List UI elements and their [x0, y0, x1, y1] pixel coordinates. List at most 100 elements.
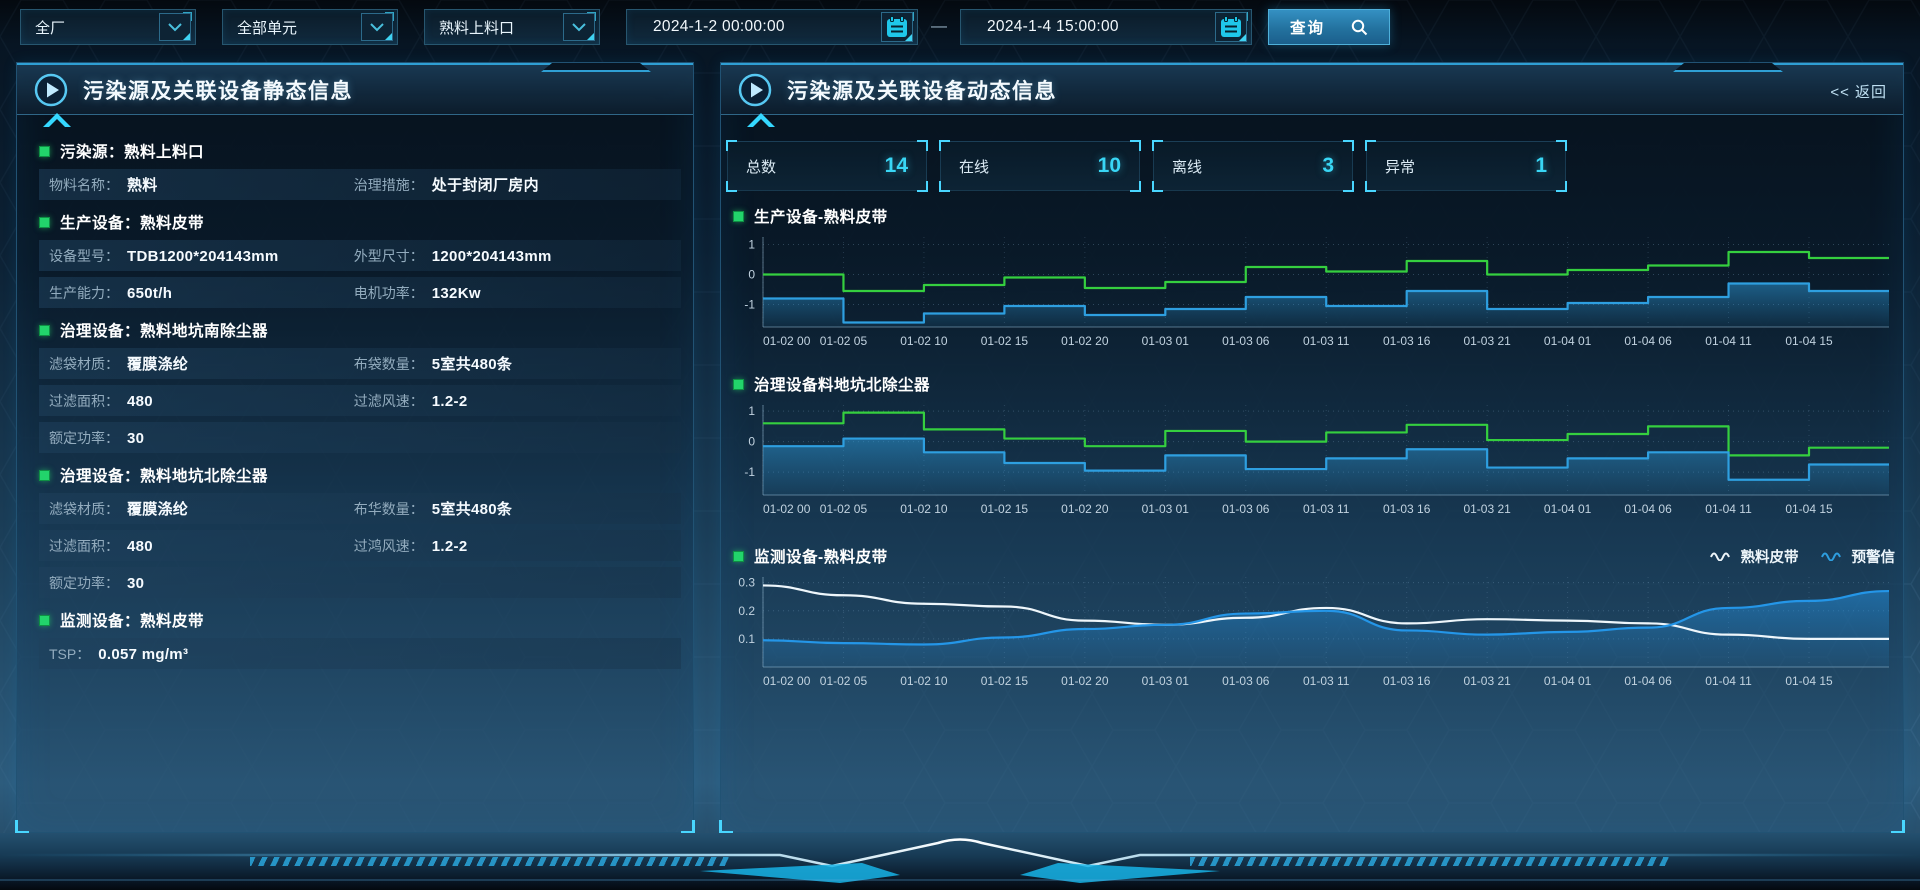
chevron-down-icon[interactable]	[563, 13, 595, 41]
info-cell: 布华数量：5室共480条	[354, 498, 659, 519]
field-label: 滤袋材质：	[49, 354, 119, 374]
field-label: 设备型号：	[49, 246, 119, 266]
legend-label: 预警信	[1852, 546, 1896, 567]
svg-text:01-03 16: 01-03 16	[1383, 674, 1431, 688]
info-cell: 过滤面积：480	[49, 536, 354, 556]
wave-line-icon	[1821, 551, 1845, 561]
plant-select[interactable]: 全厂	[20, 9, 196, 45]
footer-decoration	[0, 833, 1920, 890]
dynamic-info-panel: 污染源及关联设备动态信息 << 返回 总数14 在线10 离线3 异常 1 生产设备-熟…	[720, 62, 1904, 833]
field-value: 1.2-2	[432, 538, 468, 555]
section-header: 生产设备：熟料皮带	[39, 210, 681, 234]
unit-select[interactable]: 全部单元	[222, 9, 398, 45]
svg-text:01-02 10: 01-02 10	[900, 502, 948, 516]
header-chevron-decoration	[747, 113, 775, 127]
legend-item[interactable]: 预警信	[1821, 546, 1896, 567]
chevron-down-icon[interactable]	[159, 13, 191, 41]
chart-plot[interactable]: 10-101-02 0001-02 0501-02 1001-02 1501-0…	[729, 397, 1893, 523]
chart-title: 生产设备-熟料皮带	[754, 205, 1897, 227]
svg-text:01-02 05: 01-02 05	[820, 674, 868, 688]
info-cell: 生产能力：650t/h	[49, 283, 354, 303]
svg-text:01-03 21: 01-03 21	[1463, 502, 1511, 516]
info-row: 生产能力：650t/h电机功率：132Kw	[39, 277, 681, 308]
svg-text:01-02 00: 01-02 00	[763, 502, 811, 516]
info-row: 物料名称： 熟料 治理措施：处于封闭厂房内	[39, 169, 681, 200]
source-select[interactable]: 熟料上料口	[424, 9, 600, 45]
green-square-bullet	[39, 146, 50, 157]
field-label: 生产能力：	[49, 283, 119, 303]
hazard-stripes	[1190, 857, 1670, 866]
svg-text:01-04 11: 01-04 11	[1705, 334, 1752, 348]
field-label: 物料名称：	[49, 175, 119, 195]
svg-text:0.2: 0.2	[738, 604, 755, 618]
info-row: 滤袋材质：覆膜涤纶布华数量：5室共480条	[39, 493, 681, 524]
svg-text:1: 1	[748, 404, 755, 418]
svg-text:01-04 06: 01-04 06	[1624, 334, 1672, 348]
info-cell: 外型尺寸：1200*204143mm	[354, 246, 659, 266]
section-header: 治理设备：熟料地坑北除尘器	[39, 463, 681, 487]
section-header: 治理设备：熟料地坑南除尘器	[39, 318, 681, 342]
field-label: 过鸿风速：	[354, 536, 424, 556]
end-date-input[interactable]: 2024-1-4 15:00:00	[960, 9, 1252, 45]
back-button[interactable]: << 返回	[1830, 65, 1887, 117]
section-header-label: 监测设备：熟料皮带	[60, 609, 204, 631]
info-cell: 过滤风速：1.2-2	[354, 391, 659, 411]
info-row: 额定功率：30	[39, 422, 681, 453]
chart-plot[interactable]: 10-101-02 0001-02 0501-02 1001-02 1501-0…	[729, 229, 1893, 355]
query-button-label: 查询	[1290, 16, 1325, 38]
field-value: 覆膜涤纶	[127, 353, 188, 374]
section-header-label: 治理设备：熟料地坑南除尘器	[60, 319, 268, 341]
info-row: 过滤面积：480过鸿风速： 1.2-2	[39, 530, 681, 561]
chart-production-device: 生产设备-熟料皮带10-101-02 0001-02 0501-02 1001-…	[729, 203, 1897, 360]
svg-text:01-04 01: 01-04 01	[1544, 334, 1592, 348]
field-value: 132Kw	[432, 285, 481, 302]
svg-text:01-03 11: 01-03 11	[1303, 502, 1350, 516]
svg-text:-1: -1	[744, 465, 755, 479]
stat-label: 在线	[959, 156, 989, 177]
query-button[interactable]: 查询	[1268, 9, 1390, 45]
dashboard-root: { "colors": { "accent_cyan": "#39d6f5", …	[0, 0, 1920, 890]
svg-text:01-03 16: 01-03 16	[1383, 334, 1431, 348]
stat-value: 14	[885, 154, 908, 178]
svg-text:01-04 01: 01-04 01	[1544, 674, 1592, 688]
chart-title: 治理设备料地坑北除尘器	[754, 373, 1897, 395]
legend-item[interactable]: 熟料皮带	[1710, 546, 1799, 567]
stat-card: 异常 1	[1366, 141, 1566, 191]
play-icon	[33, 72, 69, 108]
field-value: 30	[127, 430, 144, 447]
stat-label: 异常	[1385, 156, 1415, 177]
svg-text:-1: -1	[744, 298, 755, 312]
hazard-stripes	[250, 857, 730, 866]
chevron-down-icon[interactable]	[361, 13, 393, 41]
calendar-icon[interactable]	[881, 12, 913, 42]
field-value: 熟料	[127, 174, 158, 195]
stat-card: 离线3	[1153, 141, 1353, 191]
field-value: 1200*204143mm	[432, 248, 552, 265]
svg-text:0.1: 0.1	[738, 632, 755, 646]
stat-value: 1	[1535, 154, 1547, 178]
field-label: 过滤面积：	[49, 391, 119, 411]
stat-value: 3	[1322, 154, 1334, 178]
stat-card: 在线10	[940, 141, 1140, 191]
info-cell: 过鸿风速： 1.2-2	[354, 536, 659, 556]
start-date-input[interactable]: 2024-1-2 00:00:00	[626, 9, 918, 45]
dynamic-info-panel-header: 污染源及关联设备动态信息 << 返回	[721, 63, 1903, 115]
static-info-list: 污染源：熟料上料口物料名称： 熟料 治理措施：处于封闭厂房内生产设备：熟料皮带设备型…	[17, 115, 693, 669]
search-icon	[1351, 19, 1368, 36]
start-date-value: 2024-1-2 00:00:00	[627, 18, 881, 36]
section-header: 监测设备：熟料皮带	[39, 608, 681, 632]
info-cell: 滤袋材质： 覆膜涤纶	[49, 353, 354, 374]
series-line-run-state-green	[763, 413, 1889, 456]
section-header: 污染源：熟料上料口	[39, 139, 681, 163]
chart-plot[interactable]: 0.30.20.101-02 0001-02 0501-02 1001-02 1…	[729, 569, 1893, 695]
calendar-icon[interactable]	[1215, 12, 1247, 42]
stat-card: 总数14	[727, 141, 927, 191]
info-cell: 治理措施：处于封闭厂房内	[354, 174, 659, 195]
green-square-bullet	[39, 217, 50, 228]
panel-corner-accent	[1891, 820, 1905, 834]
field-value: 5室共480条	[432, 353, 512, 374]
info-cell: 布袋数量：5室共480条	[354, 353, 659, 374]
green-square-bullet	[39, 615, 50, 626]
info-cell: 滤袋材质：覆膜涤纶	[49, 498, 354, 519]
chart-legend: 熟料皮带 预警信	[1710, 546, 1896, 567]
